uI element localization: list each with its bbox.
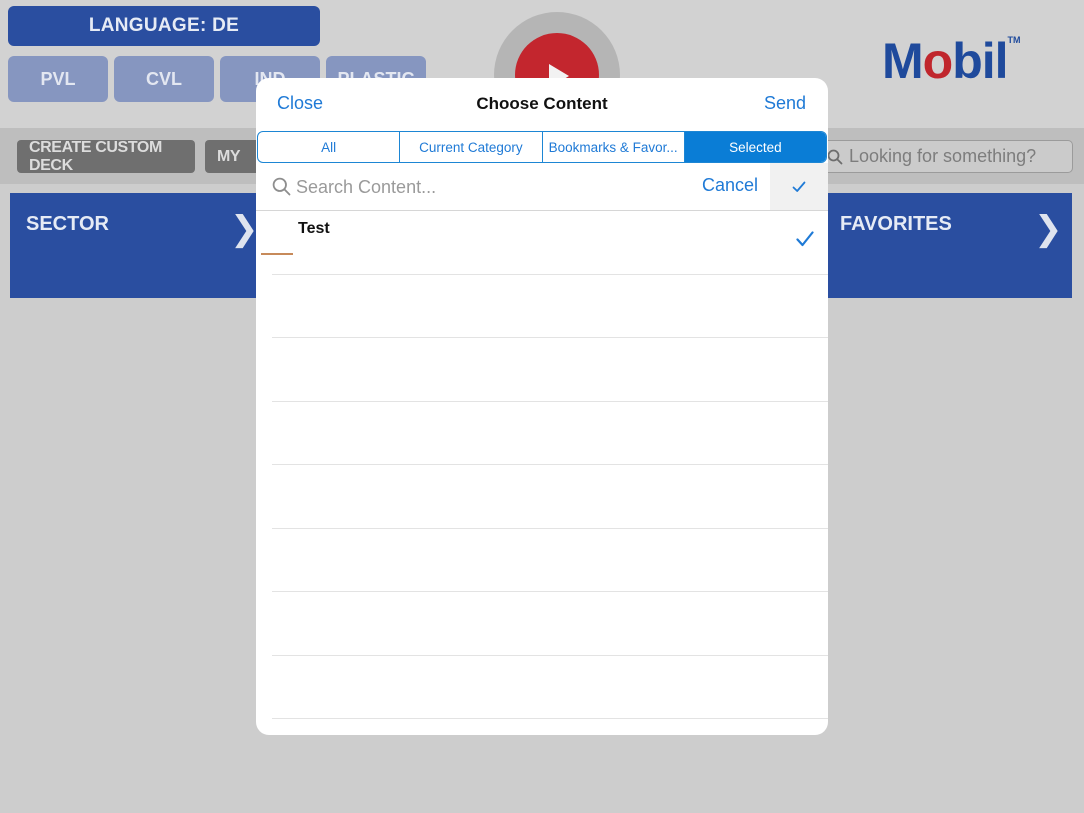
list-item-title: Test — [298, 220, 330, 237]
tab-current-category[interactable]: Current Category — [400, 132, 543, 162]
list-item[interactable]: Test — [256, 211, 828, 275]
list-item-accent — [261, 253, 293, 255]
tab-all[interactable]: All — [258, 132, 401, 162]
search-icon — [827, 149, 843, 164]
content-list: Test — [256, 211, 828, 719]
search-icon — [272, 177, 291, 196]
language-button[interactable]: LANGUAGE: DE — [8, 6, 320, 46]
content-filter-tabs: All Current Category Bookmarks & Favor..… — [257, 131, 827, 163]
empty-row — [272, 656, 828, 719]
mobil-logo: MobilTM — [882, 33, 1021, 89]
content-search-input[interactable] — [296, 175, 676, 199]
send-button[interactable]: Send — [764, 93, 806, 114]
empty-row — [272, 402, 828, 465]
empty-row — [272, 275, 828, 338]
empty-row — [272, 592, 828, 656]
content-search-row: Cancel — [256, 163, 828, 211]
logo-text-o: o — [922, 33, 954, 89]
chevron-right-icon: ❯ — [1034, 210, 1063, 248]
search-cancel-button[interactable]: Cancel — [702, 175, 758, 196]
segment-cvl-button[interactable]: CVL — [114, 56, 214, 102]
empty-row — [272, 465, 828, 529]
modal-title: Choose Content — [476, 94, 608, 113]
sector-tile-label: SECTOR — [26, 213, 109, 235]
tab-selected[interactable]: Selected — [684, 132, 826, 162]
logo-trademark: TM — [1007, 35, 1021, 45]
checkmark-icon — [792, 181, 806, 192]
global-search-placeholder: Looking for something? — [849, 146, 1037, 166]
checkmark-icon — [796, 231, 814, 247]
favorites-tile-label: FAVORITES — [840, 213, 952, 235]
select-all-toggle[interactable] — [770, 163, 828, 210]
logo-text-bil: bil — [952, 33, 1008, 89]
tab-bookmarks-favorites[interactable]: Bookmarks & Favor... — [543, 132, 685, 162]
choose-content-modal: Close Choose Content Send All Current Ca… — [256, 78, 828, 735]
modal-header: Close Choose Content Send — [256, 78, 828, 131]
logo-text-m: M — [882, 33, 924, 89]
global-search-field[interactable]: Looking for something? — [820, 140, 1073, 173]
segment-pvl-button[interactable]: PVL — [8, 56, 108, 102]
empty-row — [272, 529, 828, 592]
empty-row — [272, 338, 828, 402]
sector-tile[interactable]: SECTOR ❯ — [10, 193, 260, 298]
create-custom-deck-button[interactable]: CREATE CUSTOM DECK — [17, 139, 195, 174]
favorites-tile[interactable]: FAVORITES ❯ — [824, 193, 1072, 298]
chevron-right-icon: ❯ — [230, 210, 259, 248]
